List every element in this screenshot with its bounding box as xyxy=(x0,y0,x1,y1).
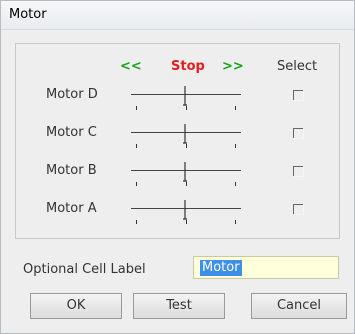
motor-a-slider[interactable] xyxy=(131,199,241,227)
motor-d-slider[interactable] xyxy=(131,85,241,113)
reverse-direction-label: << xyxy=(120,59,142,74)
motor-label-d: Motor D xyxy=(46,87,98,102)
motor-d-select-checkbox[interactable] xyxy=(293,90,304,101)
test-button[interactable]: Test xyxy=(133,293,225,319)
optional-cell-label-input[interactable]: Motor xyxy=(193,256,339,279)
motor-label-b: Motor B xyxy=(46,163,97,178)
forward-direction-label: >> xyxy=(222,59,244,74)
cancel-button[interactable]: Cancel xyxy=(251,293,347,319)
ok-button[interactable]: OK xyxy=(30,293,122,319)
motor-label-c: Motor C xyxy=(46,125,97,140)
motor-d-slider-thumb[interactable] xyxy=(181,85,191,107)
window-title: Motor xyxy=(9,7,47,22)
motor-b-slider-thumb[interactable] xyxy=(181,161,191,183)
motor-c-slider[interactable] xyxy=(131,123,241,151)
cell-label-value[interactable]: Motor xyxy=(200,260,242,276)
motor-a-slider-thumb[interactable] xyxy=(181,199,191,221)
motor-c-select-checkbox[interactable] xyxy=(293,128,304,139)
motor-a-select-checkbox[interactable] xyxy=(293,204,304,215)
optional-cell-label-caption: Optional Cell Label xyxy=(23,262,146,277)
title-bar[interactable]: Motor xyxy=(1,1,354,30)
motor-label-a: Motor A xyxy=(46,201,97,216)
motor-b-slider[interactable] xyxy=(131,161,241,189)
select-column-header: Select xyxy=(277,59,318,74)
motor-dialog: Motor << Stop >> Select Motor D Motor C … xyxy=(0,0,355,334)
motor-c-slider-thumb[interactable] xyxy=(181,123,191,145)
stop-label: Stop xyxy=(171,59,205,74)
motor-b-select-checkbox[interactable] xyxy=(293,166,304,177)
